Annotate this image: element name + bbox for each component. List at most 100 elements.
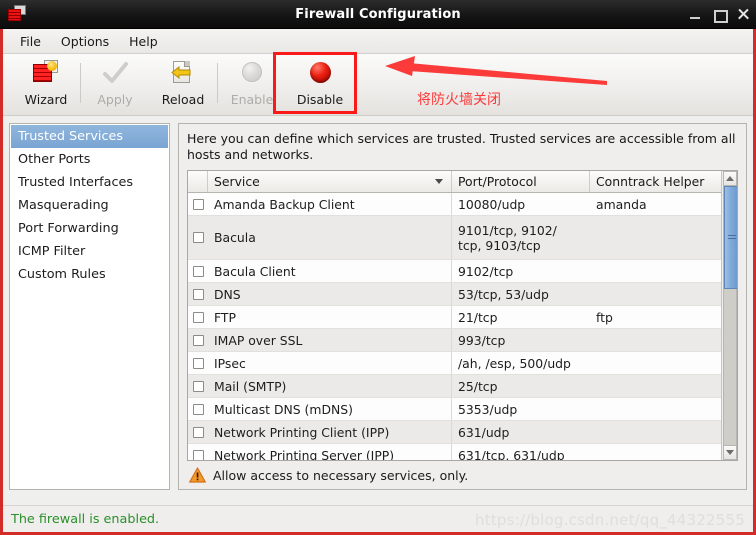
row-checkbox[interactable] [188,283,208,305]
disable-button[interactable]: Disable [286,54,354,114]
table-row[interactable]: Amanda Backup Client 10080/udp amanda [188,193,721,216]
cell-port-protocol: 631/udp [458,424,510,440]
header-service[interactable]: Service [208,171,452,192]
grey-sphere-icon [237,58,267,88]
status-bar: The firewall is enabled. https://blog.cs… [3,505,753,532]
checkbox-icon[interactable] [192,426,204,438]
menu-bar: File Options Help [3,29,753,54]
table-scrollbar[interactable] [721,171,737,460]
row-checkbox[interactable] [188,375,208,397]
cell-service: Bacula Client [208,260,452,282]
checkbox-icon[interactable] [192,357,204,369]
row-checkbox[interactable] [188,421,208,443]
cell-service: Network Printing Server (IPP) [208,444,452,460]
checkbox-icon[interactable] [192,232,204,243]
cell-conntrack-helper: amanda [596,196,647,212]
table-row[interactable]: Network Printing Client (IPP) 631/udp [188,421,721,444]
title-bar: Firewall Configuration [0,0,756,29]
row-checkbox[interactable] [188,329,208,351]
cell-port-protocol: 53/tcp, 53/udp [458,286,549,302]
checkbox-icon[interactable] [192,265,204,277]
sidebar-item-trusted-services[interactable]: Trusted Services [11,125,168,148]
maximize-icon[interactable] [713,8,728,23]
sidebar-item-masquerading[interactable]: Masquerading [11,194,168,217]
cell-service: IMAP over SSL [208,329,452,351]
wizard-button[interactable]: Wizard [12,54,80,114]
sidebar-item-custom-rules[interactable]: Custom Rules [11,263,168,286]
cell-service: DNS [208,283,452,305]
wizard-icon [31,58,61,88]
menu-item-file[interactable]: File [11,31,50,52]
cell-conntrack-helper [590,216,721,259]
cell-service: IPsec [208,352,452,374]
row-checkbox[interactable] [188,193,208,215]
table-row[interactable]: IMAP over SSL 993/tcp [188,329,721,352]
table-row[interactable]: DNS 53/tcp, 53/udp [188,283,721,306]
scroll-up-icon[interactable] [722,171,737,186]
cell-conntrack-helper [590,352,721,374]
reload-button[interactable]: Reload [149,54,217,114]
row-checkbox[interactable] [188,444,208,460]
cell-port-protocol: 10080/udp [458,196,526,212]
table-row[interactable]: Bacula 9101/tcp, 9102/ tcp, 9103/tcp [188,216,721,260]
scrollbar-track[interactable] [722,186,737,445]
cell-service: Network Printing Client (IPP) [208,421,452,443]
sidebar-item-port-forwarding[interactable]: Port Forwarding [11,217,168,240]
table-row[interactable]: Bacula Client 9102/tcp [188,260,721,283]
checkbox-icon[interactable] [192,380,204,392]
row-checkbox[interactable] [188,398,208,420]
sidebar-item-icmp-filter[interactable]: ICMP Filter [11,240,168,263]
sidebar-item-trusted-interfaces[interactable]: Trusted Interfaces [11,171,168,194]
window-controls [689,0,750,29]
checkbox-icon[interactable] [192,288,204,300]
table-row[interactable]: Multicast DNS (mDNS) 5353/udp [188,398,721,421]
table-row[interactable]: IPsec/ah, /esp, 500/udp [188,352,721,375]
checkbox-icon[interactable] [192,311,204,323]
scroll-down-icon[interactable] [722,445,737,460]
cell-conntrack-helper [590,444,721,460]
cell-port-protocol: 9102/tcp [458,263,514,279]
menu-item-help[interactable]: Help [120,31,167,52]
row-checkbox[interactable] [188,306,208,328]
scrollbar-thumb[interactable] [723,186,737,289]
table-row[interactable]: Network Printing Server (IPP) 631/tcp, 63… [188,444,721,460]
status-text: The firewall is enabled. [11,511,160,527]
window-title: Firewall Configuration [295,6,461,22]
apply-button[interactable]: Apply [81,54,149,114]
reload-icon [168,58,198,88]
table-header-row: Service Port/Protocol Conntrack Helper [188,171,721,193]
table-row[interactable]: Mail (SMTP) 25/tcp [188,375,721,398]
cell-port-protocol: 9101/tcp, 9102/ tcp, 9103/tcp [458,222,557,253]
enable-button[interactable]: Enable [218,54,286,114]
disable-button-label: Disable [296,92,344,107]
warning-triangle-icon [189,467,206,483]
apply-button-label: Apply [97,92,133,107]
watermark: https://blog.csdn.net/qq_44322555 [475,511,745,529]
checkbox-icon[interactable] [192,403,204,415]
cell-port-protocol: 993/tcp [458,332,506,348]
row-checkbox[interactable] [188,260,208,282]
chevron-down-icon [435,179,443,184]
checkbox-icon[interactable] [192,449,204,460]
cell-port-protocol: /ah, /esp, 500/udp [458,355,571,371]
row-checkbox[interactable] [188,352,208,374]
close-icon[interactable] [737,8,750,21]
cell-port-protocol: 631/tcp, 631/udp [458,447,565,461]
header-conntrack-helper[interactable]: Conntrack Helper [590,171,721,192]
cell-conntrack-helper [590,398,721,420]
checkbox-icon[interactable] [192,334,204,346]
sidebar-item-other-ports[interactable]: Other Ports [11,148,168,171]
table-row[interactable]: FTP 21/tcp ftp [188,306,721,329]
menu-item-options[interactable]: Options [52,31,118,52]
reload-button-label: Reload [161,92,205,107]
cell-conntrack-helper [590,283,721,305]
row-checkbox[interactable] [188,216,208,259]
firewall-configuration-window: Firewall Configuration File Options Help… [0,0,756,535]
header-port-protocol[interactable]: Port/Protocol [452,171,590,192]
minimize-icon[interactable] [689,8,702,21]
firewall-icon [6,3,28,25]
header-checkbox-column [188,171,208,192]
toolbar: Wizard Apply Reload Enable Disable 将防火墙关… [3,52,753,116]
enable-button-label: Enable [230,92,274,107]
checkbox-icon[interactable] [192,198,204,210]
